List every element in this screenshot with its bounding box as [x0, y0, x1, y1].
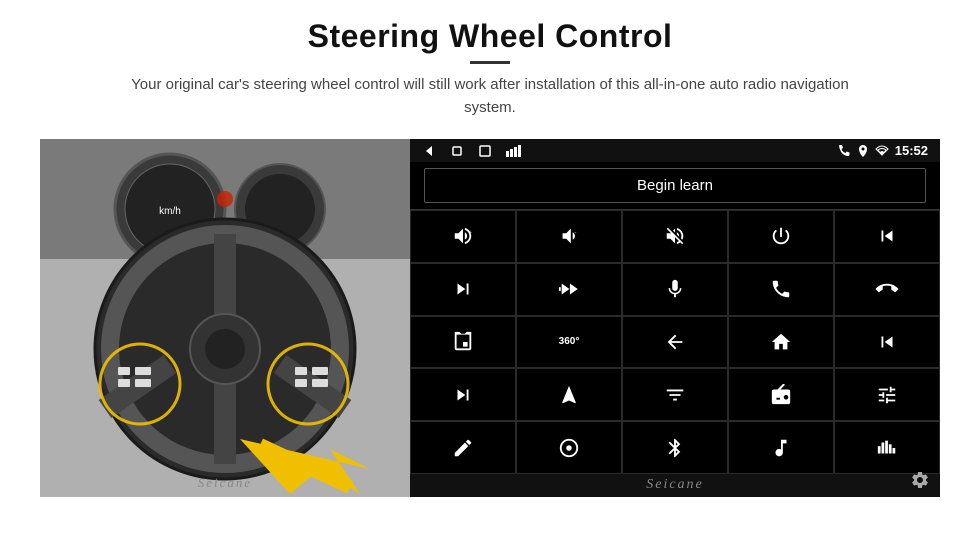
panel-header: 15:52	[410, 139, 940, 162]
mic-button[interactable]	[622, 263, 728, 316]
signal-icon	[506, 145, 522, 157]
page-wrapper: Steering Wheel Control Your original car…	[0, 0, 980, 544]
back-button[interactable]	[622, 316, 728, 369]
360-label: 360°	[559, 336, 580, 347]
back-nav-icon	[422, 144, 436, 158]
location-icon	[857, 144, 869, 158]
pen-button[interactable]	[410, 421, 516, 474]
begin-learn-button[interactable]: Begin learn	[424, 168, 926, 203]
vol-down-button[interactable]: -	[516, 210, 622, 263]
title-divider	[470, 61, 510, 64]
skip-fwd-button[interactable]	[410, 368, 516, 421]
radio-button[interactable]	[728, 368, 834, 421]
prev-track-button[interactable]	[834, 210, 940, 263]
dial-button[interactable]	[516, 421, 622, 474]
seicane-label: Seicane	[646, 477, 704, 493]
vol-up-button[interactable]: +	[410, 210, 516, 263]
control-panel: 15:52 Begin learn + -	[410, 139, 940, 497]
steering-wheel-image: km/h	[40, 139, 410, 497]
status-time: 15:52	[895, 143, 928, 158]
navigation-button[interactable]	[516, 368, 622, 421]
svg-text:+: +	[469, 231, 472, 237]
adjust-button[interactable]	[834, 368, 940, 421]
call-button[interactable]	[728, 263, 834, 316]
page-subtitle: Your original car's steering wheel contr…	[110, 74, 870, 119]
phone-status-icon	[837, 144, 851, 158]
hang-up-button[interactable]	[834, 263, 940, 316]
spectrum-button[interactable]	[834, 421, 940, 474]
title-section: Steering Wheel Control Your original car…	[110, 18, 870, 133]
home-button[interactable]	[728, 316, 834, 369]
settings-icon[interactable]	[910, 470, 930, 495]
content-row: km/h	[40, 139, 940, 497]
music-button[interactable]	[728, 421, 834, 474]
svg-text:Seicane: Seicane	[198, 475, 252, 490]
skip-back-button[interactable]	[834, 316, 940, 369]
wifi-icon	[875, 144, 889, 158]
square-nav-icon	[478, 144, 492, 158]
camera-button[interactable]	[410, 316, 516, 369]
power-button[interactable]	[728, 210, 834, 263]
panel-status: 15:52	[837, 143, 928, 158]
mute-button[interactable]	[622, 210, 728, 263]
eq-button[interactable]	[622, 368, 728, 421]
360-button[interactable]: 360°	[516, 316, 622, 369]
svg-text:km/h: km/h	[159, 206, 181, 217]
icon-grid: + -	[410, 209, 940, 474]
fast-forward-button[interactable]	[516, 263, 622, 316]
next-track-button[interactable]	[410, 263, 516, 316]
home-nav-icon	[450, 144, 464, 158]
page-title: Steering Wheel Control	[110, 18, 870, 55]
panel-nav-icons	[422, 144, 522, 158]
seicane-bar: Seicane	[410, 474, 940, 497]
bluetooth-button[interactable]	[622, 421, 728, 474]
svg-text:-: -	[575, 231, 577, 237]
